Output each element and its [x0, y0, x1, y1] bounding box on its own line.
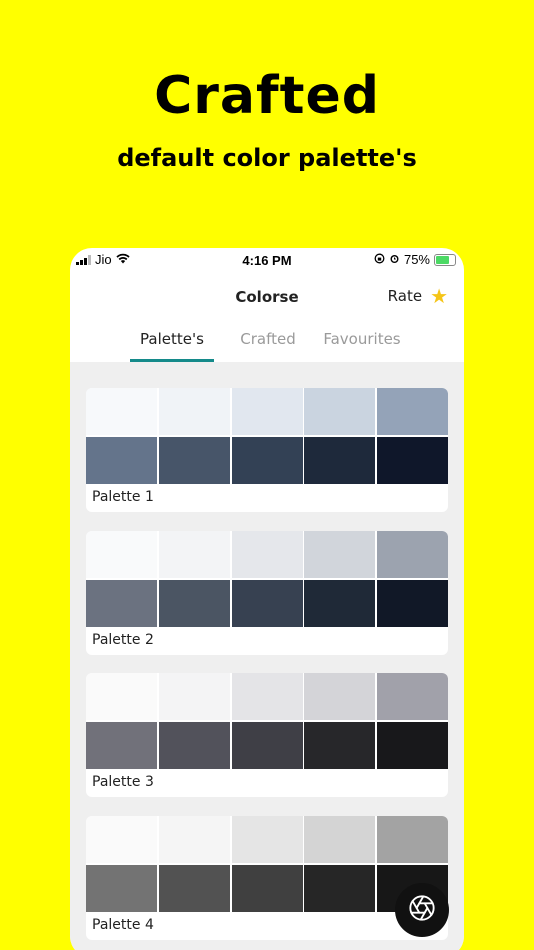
color-swatch[interactable] — [377, 721, 448, 769]
color-swatch[interactable] — [304, 673, 376, 720]
tab-palettes[interactable]: Palette's — [130, 330, 214, 348]
color-swatch[interactable] — [377, 816, 448, 863]
palette-label: Palette 4 — [92, 917, 154, 933]
app-bar: Colorse Rate ★ — [70, 274, 464, 320]
rotation-lock-icon — [374, 252, 385, 267]
color-swatch[interactable] — [231, 579, 303, 627]
color-swatch[interactable] — [231, 388, 303, 435]
color-swatch[interactable] — [158, 864, 230, 912]
color-swatch[interactable] — [86, 436, 157, 484]
color-swatch[interactable] — [86, 864, 157, 912]
color-swatch[interactable] — [158, 579, 230, 627]
battery-icon — [434, 253, 456, 266]
palette-card[interactable]: Palette 4 — [86, 816, 448, 940]
color-swatch[interactable] — [158, 388, 230, 435]
color-swatch[interactable] — [158, 531, 230, 578]
alarm-icon — [389, 252, 400, 267]
color-swatch[interactable] — [304, 531, 376, 578]
palette-label: Palette 3 — [92, 774, 154, 790]
palette-card[interactable]: Palette 2 — [86, 531, 448, 655]
phone-screen: Jio 4:16 PM 75% Colorse Rate ★ Palette's… — [70, 248, 464, 950]
color-swatch[interactable] — [86, 579, 157, 627]
color-swatch[interactable] — [86, 531, 157, 578]
tab-crafted[interactable]: Crafted — [228, 330, 308, 348]
color-swatch[interactable] — [158, 673, 230, 720]
swatch-grid — [86, 531, 448, 627]
color-swatch[interactable] — [158, 436, 230, 484]
color-swatch[interactable] — [304, 816, 376, 863]
color-swatch[interactable] — [231, 864, 303, 912]
color-swatch[interactable] — [377, 579, 448, 627]
aperture-button[interactable] — [395, 883, 449, 937]
color-swatch[interactable] — [158, 816, 230, 863]
color-swatch[interactable] — [377, 436, 448, 484]
color-swatch[interactable] — [304, 436, 376, 484]
color-swatch[interactable] — [377, 673, 448, 720]
status-right: 75% — [374, 252, 456, 267]
battery-percent: 75% — [403, 252, 430, 267]
palette-card[interactable]: Palette 3 — [86, 673, 448, 797]
aperture-icon — [408, 894, 436, 926]
color-swatch[interactable] — [86, 721, 157, 769]
swatch-grid — [86, 816, 448, 912]
color-swatch[interactable] — [304, 579, 376, 627]
color-swatch[interactable] — [304, 864, 376, 912]
color-swatch[interactable] — [304, 388, 376, 435]
color-swatch[interactable] — [158, 721, 230, 769]
tab-bar: Palette's Crafted Favourites — [70, 320, 464, 362]
color-swatch[interactable] — [231, 673, 303, 720]
color-swatch[interactable] — [377, 531, 448, 578]
star-icon: ★ — [430, 284, 448, 308]
swatch-grid — [86, 673, 448, 769]
palette-label: Palette 1 — [92, 489, 154, 505]
palette-card[interactable]: Palette 1 — [86, 388, 448, 512]
rate-label: Rate — [387, 287, 423, 305]
rate-button[interactable]: Rate ★ — [388, 286, 448, 306]
status-bar: Jio 4:16 PM 75% — [70, 248, 464, 274]
color-swatch[interactable] — [86, 816, 157, 863]
color-swatch[interactable] — [231, 816, 303, 863]
hero-title: Crafted — [154, 66, 380, 126]
color-swatch[interactable] — [304, 721, 376, 769]
hero-subtitle: default color palette's — [117, 144, 417, 172]
tab-favourites[interactable]: Favourites — [316, 330, 408, 348]
palette-list: Palette 1 Palette 2 Palette 3 Palette 4 — [70, 362, 464, 950]
color-swatch[interactable] — [86, 673, 157, 720]
color-swatch[interactable] — [231, 721, 303, 769]
color-swatch[interactable] — [377, 388, 448, 435]
color-swatch[interactable] — [231, 436, 303, 484]
palette-label: Palette 2 — [92, 632, 154, 648]
color-swatch[interactable] — [86, 388, 157, 435]
swatch-grid — [86, 388, 448, 484]
color-swatch[interactable] — [231, 531, 303, 578]
